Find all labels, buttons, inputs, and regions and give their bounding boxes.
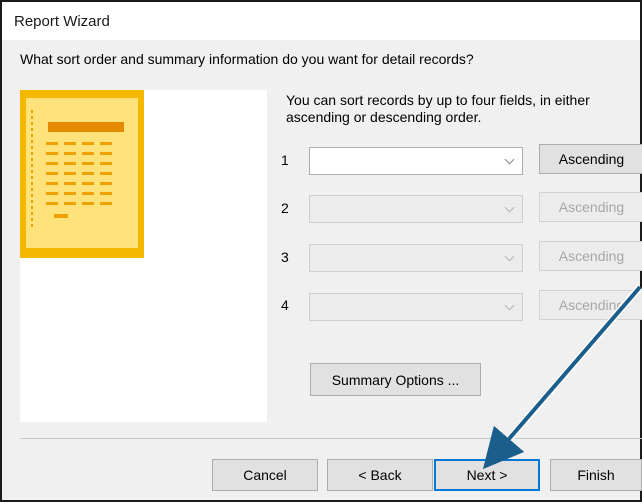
- report-wizard-dialog: Report Wizard What sort order and summar…: [0, 0, 642, 502]
- preview-panel: [20, 90, 267, 422]
- window-title: Report Wizard: [14, 13, 110, 30]
- chevron-down-icon[interactable]: [496, 245, 522, 271]
- chevron-down-icon[interactable]: [496, 196, 522, 222]
- sort-field-2-combo[interactable]: [309, 195, 523, 223]
- sort-order-4-button[interactable]: Ascending: [539, 290, 642, 320]
- sort-field-4-combo[interactable]: [309, 293, 523, 321]
- chevron-down-icon[interactable]: [496, 148, 522, 174]
- sort-row-2-number: 2: [281, 200, 289, 216]
- sort-field-3-combo[interactable]: [309, 244, 523, 272]
- sort-order-2-button[interactable]: Ascending: [539, 192, 642, 222]
- next-button[interactable]: Next >: [434, 459, 540, 491]
- sort-order-3-button[interactable]: Ascending: [539, 241, 642, 271]
- report-preview-icon: [20, 90, 144, 258]
- sort-row-4-number: 4: [281, 297, 289, 313]
- wizard-question: What sort order and summary information …: [20, 51, 474, 67]
- title-bar: Report Wizard: [2, 2, 640, 40]
- chevron-down-icon[interactable]: [496, 294, 522, 320]
- footer-divider: [20, 438, 642, 439]
- summary-options-button[interactable]: Summary Options ...: [310, 363, 481, 396]
- sort-instructions: You can sort records by up to four field…: [286, 92, 590, 125]
- sort-field-1-combo[interactable]: [309, 147, 523, 175]
- back-button[interactable]: < Back: [327, 459, 433, 491]
- sort-row-1-number: 1: [281, 152, 289, 168]
- sort-row-3-number: 3: [281, 249, 289, 265]
- sort-order-1-button[interactable]: Ascending: [539, 144, 642, 174]
- cancel-button[interactable]: Cancel: [212, 459, 318, 491]
- finish-button[interactable]: Finish: [550, 459, 642, 491]
